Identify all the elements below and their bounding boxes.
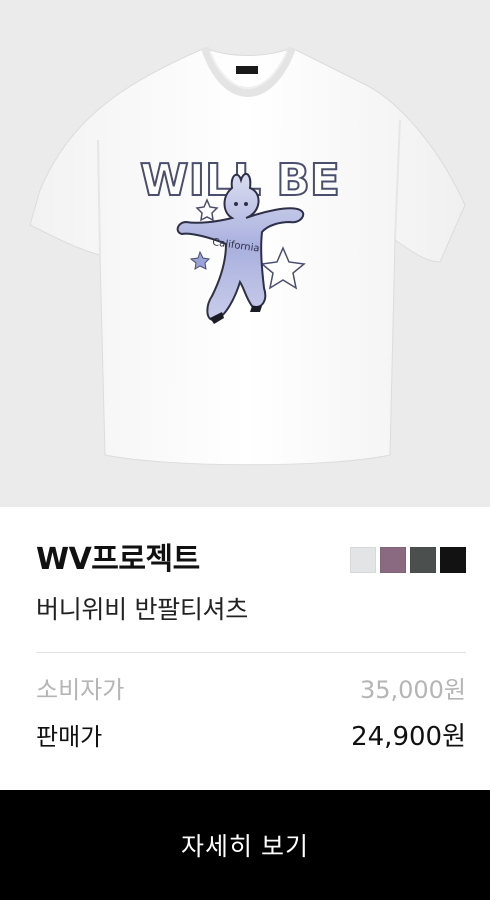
retail-price-value: 35,000원 [359, 676, 466, 704]
color-swatch-mauve[interactable] [380, 547, 406, 573]
color-swatches [350, 547, 466, 573]
color-swatch-charcoal-green[interactable] [410, 547, 436, 573]
view-details-button[interactable]: 자세히 보기 [0, 790, 490, 900]
color-swatch-black[interactable] [440, 547, 466, 573]
retail-price-label: 소비자가 [36, 676, 125, 704]
brand-name: WV프로젝트 [36, 542, 200, 577]
tshirt-illustration: WILL BE California [29, 46, 466, 466]
product-name: 버니위비 반팔티셔츠 [36, 595, 248, 624]
sale-price-label: 판매가 [36, 723, 103, 751]
product-info: WV프로젝트 버니위비 반팔티셔츠 소비자가 35,000원 판매가 24,90… [0, 507, 490, 790]
sale-price-row: 판매가 24,900원 [36, 719, 466, 755]
color-swatch-light-gray[interactable] [350, 547, 376, 573]
product-image[interactable]: WILL BE California [0, 0, 490, 507]
retail-price-row: 소비자가 35,000원 [36, 672, 466, 708]
product-card: WILL BE California WV프로젝트 버니위비 반팔티셔츠 소비자… [0, 0, 490, 900]
divider [36, 652, 466, 653]
sale-price-value: 24,900원 [351, 722, 466, 752]
